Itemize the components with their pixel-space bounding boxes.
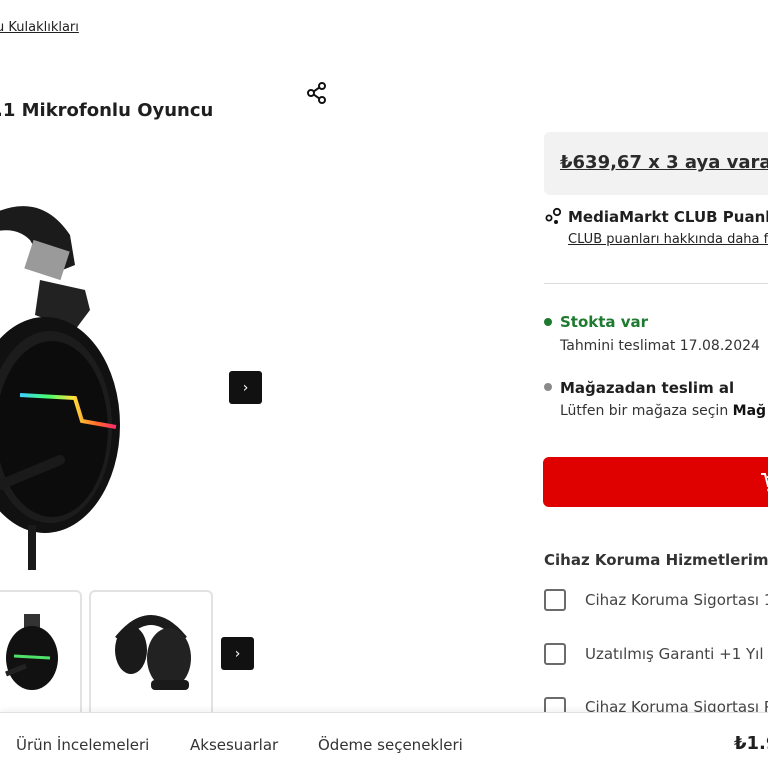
tab-payment-options[interactable]: Ödeme seçenekleri [318,736,463,754]
installment-text[interactable]: ₺639,67 x 3 aya varan [560,152,768,173]
delivery-estimate: Tahmini teslimat 17.08.2024 [560,338,760,354]
service-checkbox-1[interactable] [544,589,566,611]
product-title: .1 Mikrofonlu Oyuncu [0,100,214,121]
next-image-button[interactable]: › [229,371,262,404]
chevron-right-icon: › [242,379,249,396]
breadcrumb-link[interactable]: u Kulaklıkları [0,20,79,35]
stock-status: Stokta var [560,313,649,331]
cart-icon [761,473,768,492]
club-points-icon [545,207,563,225]
pickup-title: Mağazadan teslim al [560,379,735,397]
store-select-link[interactable]: Mağ [733,403,766,419]
club-points-title: MediaMarkt CLUB Puanlar [568,208,768,226]
tab-accessories[interactable]: Aksesuarlar [190,736,278,754]
club-info-link[interactable]: CLUB puanları hakkında daha fa [568,232,768,247]
share-icon[interactable] [305,81,329,105]
service-label-1[interactable]: Cihaz Koruma Sigortası 1 [585,591,768,609]
add-to-cart-button[interactable] [543,457,768,507]
pickup-status-dot [544,383,552,391]
services-title: Cihaz Koruma Hizmetlerimiz [544,551,768,569]
next-thumbnail-button[interactable]: › [221,637,254,670]
pickup-prompt-text: Lütfen bir mağaza seçin [560,403,729,419]
divider [544,283,768,284]
sticky-price: ₺1.9 [734,733,768,754]
service-label-2[interactable]: Uzatılmış Garanti +1 Yıl (W [585,645,768,663]
service-checkbox-2[interactable] [544,643,566,665]
chevron-right-icon: › [234,645,241,662]
stock-status-dot [544,318,552,326]
product-image [0,195,130,575]
thumbnail-1[interactable] [0,590,82,724]
tab-reviews[interactable]: Ürün İncelemeleri [16,736,149,754]
pickup-prompt: Lütfen bir mağaza seçin Mağ [560,403,766,419]
installment-banner[interactable]: ₺639,67 x 3 aya varan [544,132,768,195]
thumbnail-2[interactable] [89,590,213,724]
